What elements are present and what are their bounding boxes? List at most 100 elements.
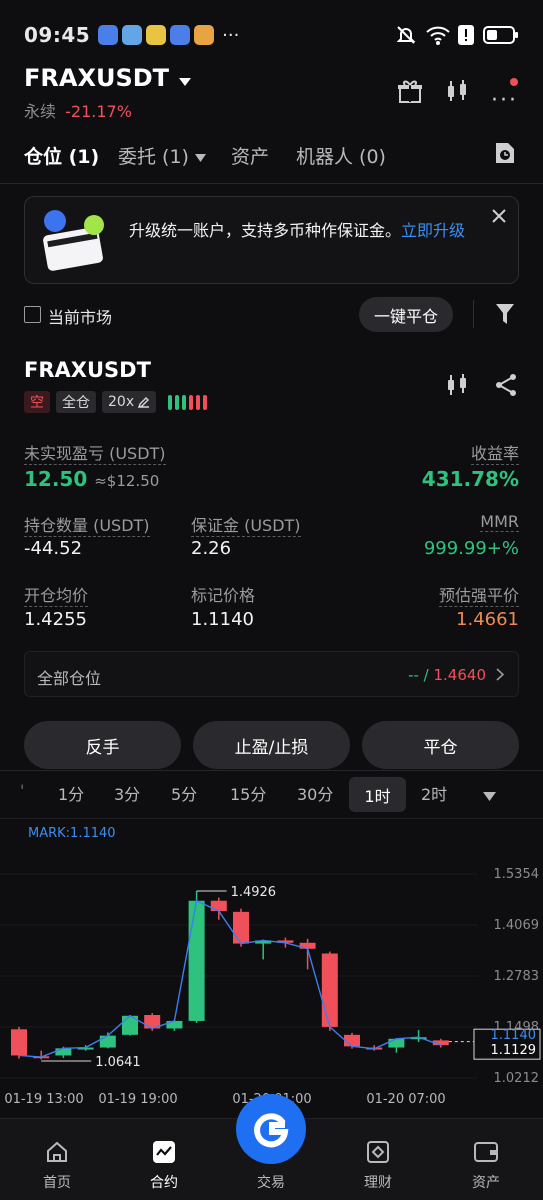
symbol-subtitle: 永续 -21.17% [24, 98, 132, 122]
leverage-tag[interactable]: 20x [102, 391, 157, 413]
futures-icon[interactable] [152, 1140, 176, 1164]
current-market-checkbox[interactable] [24, 306, 41, 323]
symbol-title: FRAXUSDT [24, 64, 170, 92]
all-positions-value-b: 1.4640 [433, 666, 487, 684]
status-time: 09:45 [24, 23, 91, 47]
x-tick-label: 01-19 13:00 [4, 1092, 83, 1107]
divider [0, 818, 543, 819]
filter-icon[interactable] [495, 303, 515, 325]
tab-positions[interactable]: 仓位 (1) [24, 142, 99, 169]
unrealized-pnl-approx: ≈$12.50 [94, 472, 160, 490]
app-notify-icon [98, 25, 119, 45]
entry-price-label[interactable]: 开仓均价 [24, 582, 89, 607]
close-position-button[interactable]: 平仓 [362, 721, 519, 769]
mark-price-label: 标记价格 [191, 586, 256, 605]
candlestick-chart[interactable]: 1.53541.40691.27831.14981.021201-19 13:0… [0, 840, 543, 1112]
more-menu-icon[interactable]: ··· [491, 88, 518, 113]
tab-orders[interactable]: 委托 (1) [118, 142, 207, 169]
trade-button[interactable] [236, 1094, 306, 1164]
candle-body [210, 900, 227, 912]
history-doc-icon[interactable] [494, 141, 516, 165]
upgrade-link[interactable]: 立即升级 [401, 221, 465, 240]
unrealized-pnl-row: 12.50 ≈$12.50 [24, 467, 159, 491]
close-icon[interactable] [492, 209, 506, 223]
home-icon[interactable] [45, 1140, 69, 1164]
timeframe-30m[interactable]: 30分 [297, 781, 333, 805]
all-positions-value-a: -- / [408, 666, 429, 684]
all-positions-values: -- / 1.4640 [408, 666, 486, 684]
status-more: ··· [222, 24, 240, 46]
mark-price-indicator: MARK:1.1140 [28, 826, 116, 841]
notification-dot [510, 78, 518, 86]
all-positions-row[interactable]: 全部仓位 -- / 1.4640 [24, 651, 519, 697]
liq-price-label[interactable]: 预估强平价 [438, 582, 519, 607]
timeframe-2h[interactable]: 2时 [421, 781, 447, 805]
position-size-label[interactable]: 持仓数量 (USDT) [24, 512, 150, 537]
alert-icon [458, 25, 474, 45]
margin-label[interactable]: 保证金 (USDT) [191, 512, 301, 537]
mmr-value: 999.99+% [423, 538, 519, 559]
tab-label: 委托 (1) [118, 146, 189, 168]
candle-body [11, 1029, 27, 1056]
margin-value: 2.26 [191, 538, 232, 559]
timeframe-1m[interactable]: 1分 [58, 781, 84, 805]
y-tick-label: 1.5354 [494, 867, 540, 882]
timeframe-3m[interactable]: 3分 [114, 781, 140, 805]
app-notify-icon [170, 25, 191, 45]
liq-price-value: 1.4661 [456, 609, 519, 630]
low-label: 1.0641 [95, 1055, 141, 1070]
caret-down-icon [179, 77, 192, 86]
candle-body [188, 900, 205, 1021]
app-screen: 09:45 ··· FRAXUSDT 永续 -21.17% ··· 仓位 (1)… [0, 0, 543, 1200]
gift-icon[interactable] [397, 78, 423, 104]
roe-label[interactable]: 收益率 [470, 440, 519, 465]
last-price-tag: 1.1129 [491, 1043, 537, 1058]
wallet-icon[interactable] [473, 1140, 499, 1164]
contract-type: 永续 [24, 102, 57, 121]
reverse-button[interactable]: 反手 [24, 721, 181, 769]
wallet-illustration-icon [43, 210, 104, 271]
share-icon[interactable] [494, 373, 518, 397]
price-change: -21.17% [65, 102, 132, 121]
high-label: 1.4926 [231, 885, 277, 900]
status-bar: 09:45 ··· [0, 0, 543, 70]
divider [473, 300, 474, 328]
timeframe-5m[interactable]: 5分 [171, 781, 197, 805]
candle-body [55, 1048, 72, 1056]
app-notify-icon [122, 25, 143, 45]
candle-body [233, 911, 249, 944]
mute-bell-icon [396, 26, 416, 44]
tab-label: 资产 [231, 146, 270, 168]
caret-down-icon[interactable] [483, 792, 496, 801]
tab-label: 机器人 (0) [296, 146, 386, 168]
unrealized-pnl-label[interactable]: 未实现盈亏 (USDT) [24, 440, 166, 465]
tab-bots[interactable]: 机器人 (0) [296, 142, 386, 169]
exchange-logo-icon [254, 1113, 289, 1148]
app-notify-icon [194, 25, 215, 45]
timeframe-1h[interactable]: 1时 [349, 777, 406, 812]
edit-icon [138, 397, 150, 408]
nav-assets[interactable]: 资产 [446, 1172, 526, 1192]
symbol-selector[interactable]: FRAXUSDT [24, 64, 192, 92]
x-tick-label: 01-19 19:00 [98, 1092, 177, 1107]
position-size-value: -44.52 [24, 538, 83, 559]
nav-home[interactable]: 首页 [17, 1172, 97, 1192]
position-symbol[interactable]: FRAXUSDT [24, 358, 151, 382]
caret-down-icon [195, 153, 207, 162]
tab-assets[interactable]: 资产 [231, 142, 269, 169]
banner-text-block: 升级统一账户，支持多币种作保证金。立即升级 [129, 219, 499, 243]
mmr-label[interactable]: MMR [480, 512, 519, 532]
earn-icon[interactable] [366, 1140, 390, 1164]
timeframe-15m[interactable]: 15分 [230, 781, 266, 805]
tpsl-button[interactable]: 止盈/止损 [193, 721, 350, 769]
side-tag: 空 [24, 391, 50, 413]
nav-earn[interactable]: 理财 [338, 1172, 418, 1192]
nav-futures[interactable]: 合约 [124, 1172, 204, 1192]
close-all-button[interactable]: 一键平仓 [359, 297, 453, 332]
candles-icon[interactable] [444, 78, 470, 104]
all-positions-label: 全部仓位 [37, 669, 102, 688]
nav-trade[interactable]: 交易 [231, 1172, 311, 1192]
y-tick-label: 1.2783 [494, 969, 540, 984]
chart-candles-icon[interactable] [445, 373, 469, 397]
y-tick-label: 1.4069 [494, 918, 540, 933]
